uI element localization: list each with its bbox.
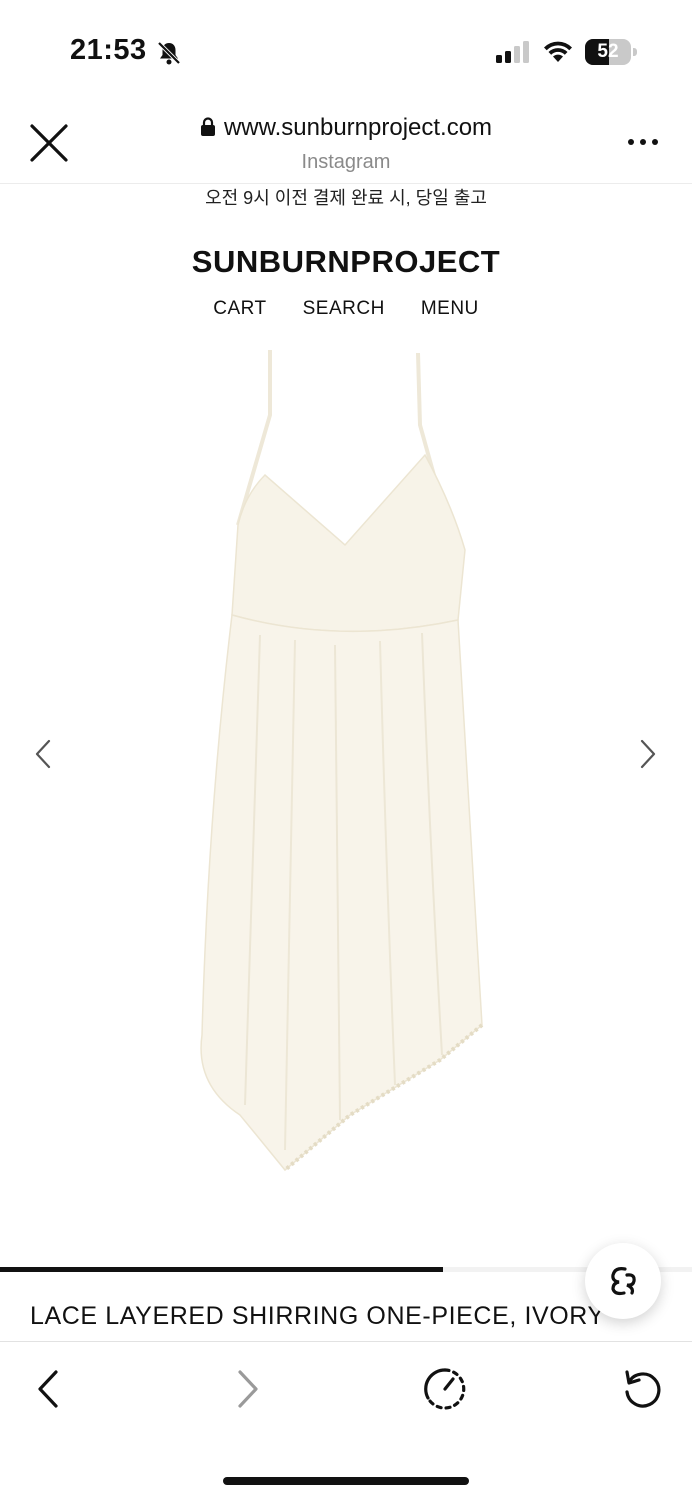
nav-cart[interactable]: CART (213, 298, 266, 320)
chevron-left-icon[interactable] (32, 738, 54, 770)
battery-level: 52 (597, 41, 619, 62)
nav-search[interactable]: SEARCH (303, 298, 385, 320)
wifi-icon (544, 41, 572, 62)
cellular-signal-icon (496, 41, 529, 63)
site-nav: CART SEARCH MENU (0, 298, 692, 320)
shipping-notice: 오전 9시 이전 결제 완료 시, 당일 출고 (205, 188, 487, 208)
status-time: 21:53 (70, 34, 147, 66)
lock-icon (200, 117, 215, 136)
browser-toolbar (0, 1342, 692, 1442)
bell-muted-icon (157, 41, 181, 65)
gallery-progress-fill (0, 1267, 443, 1272)
url-text: www.sunburnproject.com (223, 114, 493, 141)
nav-menu[interactable]: MENU (421, 298, 479, 320)
browser-source: Instagram (301, 151, 391, 173)
product-title: LACE LAYERED SHIRRING ONE-PIECE, IVORY (30, 1302, 605, 1330)
timer-icon[interactable] (420, 1364, 470, 1414)
brand-chat-icon (611, 1267, 636, 1296)
product-image (200, 350, 484, 1172)
chat-fab-button[interactable] (585, 1243, 661, 1319)
chevron-right-icon[interactable] (637, 738, 659, 770)
back-icon[interactable] (24, 1364, 74, 1414)
reload-icon[interactable] (617, 1364, 667, 1414)
site-logo[interactable]: SUNBURNPROJECT (0, 244, 692, 280)
home-indicator[interactable] (223, 1477, 469, 1485)
more-icon[interactable] (626, 128, 660, 156)
forward-icon[interactable] (222, 1364, 272, 1414)
battery-indicator: 52 (585, 39, 637, 65)
url-bar[interactable]: www.sunburnproject.com (0, 114, 692, 142)
